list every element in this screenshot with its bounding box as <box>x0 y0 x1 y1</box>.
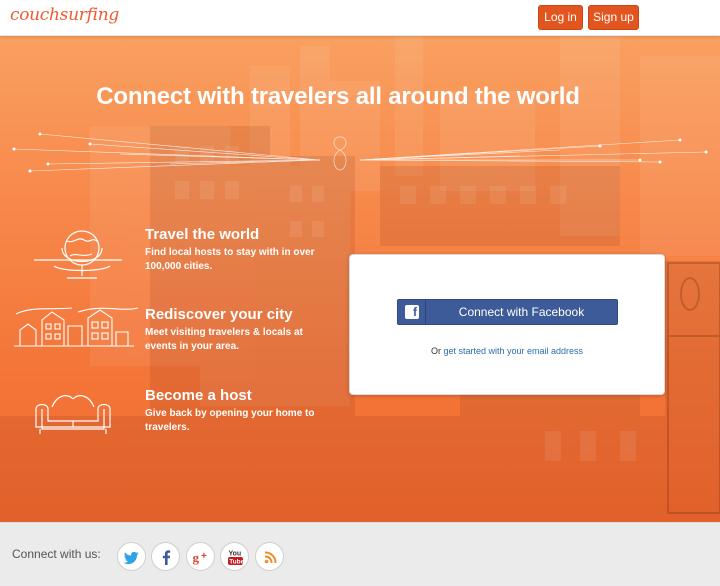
hero-headline: Connect with travelers all around the wo… <box>96 83 580 110</box>
twitter-button[interactable] <box>117 542 146 571</box>
feature-travel: Travel the world Find local hosts to sta… <box>0 226 340 296</box>
facebook-icon <box>162 550 171 565</box>
couchsurfing-logo[interactable]: couchsurfing <box>10 5 119 25</box>
google-plus-icon: g + <box>193 550 208 565</box>
facebook-button-label: Connect with Facebook <box>458 305 585 319</box>
connect-facebook-button[interactable]: f Connect with Facebook <box>397 299 618 325</box>
google-plus-button[interactable]: g + <box>186 542 215 571</box>
email-prefix: Or <box>430 346 441 356</box>
svg-text:Tube: Tube <box>229 558 244 565</box>
email-signup-line: Or get started with your email address <box>350 346 664 356</box>
city-icon <box>14 307 139 347</box>
footer: Connect with us: g + You Tube <box>0 522 720 586</box>
feature-title: Rediscover your city <box>145 306 293 323</box>
twitter-icon <box>123 551 139 565</box>
signup-card: f Connect with Facebook Or get started w… <box>349 254 665 395</box>
connect-label: Connect with us: <box>12 547 101 561</box>
globe-icon <box>34 230 122 279</box>
facebook-icon: f <box>398 300 426 324</box>
youtube-icon: You Tube <box>228 551 245 565</box>
email-signup-link[interactable]: get started with your email address <box>443 346 583 356</box>
top-bar: couchsurfing Log in Sign up <box>0 0 720 36</box>
feature-city: Rediscover your city Meet visiting trave… <box>0 306 340 376</box>
feature-description: Find local hosts to stay with in over 10… <box>145 247 315 272</box>
svg-text:g: g <box>193 550 200 565</box>
feature-description: Meet visiting travelers & locals at even… <box>145 327 303 352</box>
feature-title: Become a host <box>145 387 252 404</box>
login-button[interactable]: Log in <box>538 5 583 30</box>
youtube-button[interactable]: You Tube <box>220 542 249 571</box>
feature-description: Give back by opening your home to travel… <box>145 408 315 433</box>
rss-button[interactable] <box>255 542 284 571</box>
signup-button[interactable]: Sign up <box>588 5 639 30</box>
rss-icon <box>264 551 277 564</box>
svg-text:You: You <box>229 551 242 558</box>
hero-section: Connect with travelers all around the wo… <box>0 36 720 522</box>
couch-icon <box>35 395 111 434</box>
facebook-social-button[interactable] <box>151 542 180 571</box>
feature-title: Travel the world <box>145 226 260 243</box>
feature-host: Become a host Give back by opening your … <box>0 387 340 457</box>
svg-text:+: + <box>201 551 207 562</box>
